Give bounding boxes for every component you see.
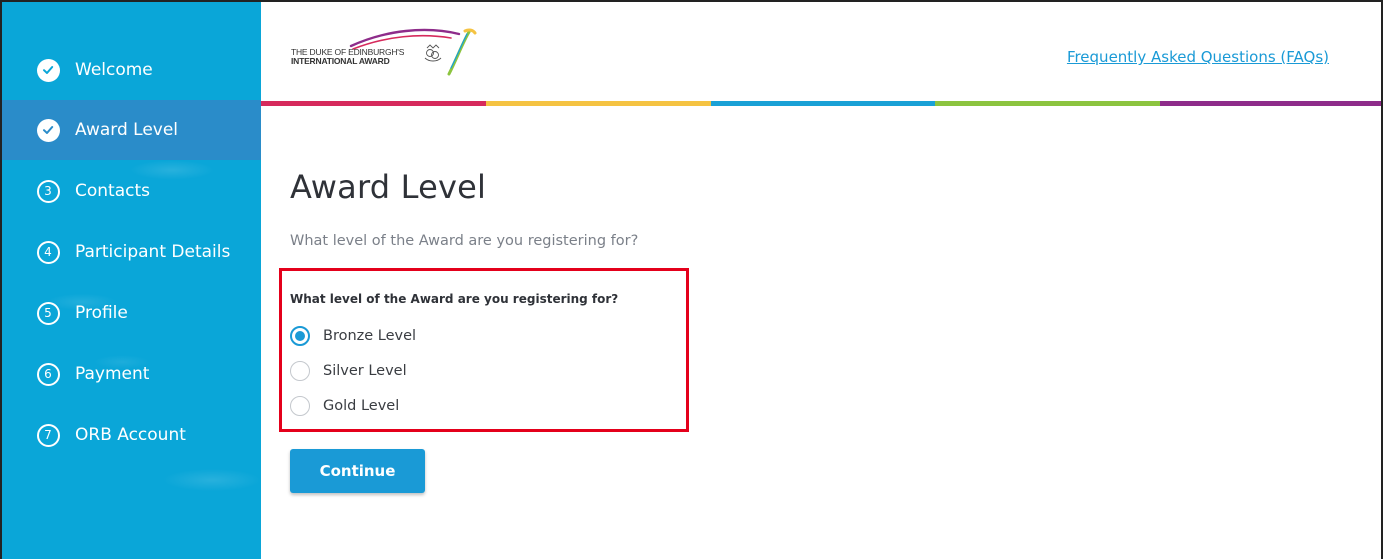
- continue-button[interactable]: Continue: [290, 449, 425, 493]
- sidebar-item-label: Welcome: [75, 60, 153, 80]
- sidebar-item-label: Participant Details: [75, 242, 231, 262]
- radio-option-bronze[interactable]: Bronze Level: [290, 326, 416, 346]
- main-content: Award Level What level of the Award are …: [279, 106, 1350, 559]
- sidebar-item-label: Award Level: [75, 120, 179, 140]
- radio-label: Silver Level: [323, 363, 407, 379]
- sidebar-item-orb-account[interactable]: 7 ORB Account: [2, 405, 261, 465]
- radio-label: Bronze Level: [323, 328, 417, 344]
- sidebar-item-profile[interactable]: 5 Profile: [2, 283, 261, 343]
- sidebar-item-label: Payment: [75, 364, 150, 384]
- award-logo[interactable]: THE DUKE OF EDINBURGH'S INTERNATIONAL AW…: [291, 28, 481, 80]
- radio-button[interactable]: [290, 396, 310, 416]
- check-circle-icon: [36, 58, 60, 82]
- radio-option-silver[interactable]: Silver Level: [290, 361, 407, 381]
- sidebar-item-welcome[interactable]: Welcome: [2, 40, 261, 100]
- sidebar-item-contacts[interactable]: 3 Contacts: [2, 161, 261, 221]
- sidebar-item-participant-details[interactable]: 4 Participant Details: [2, 222, 261, 282]
- check-circle-icon: [36, 118, 60, 142]
- question-label: What level of the Award are you register…: [290, 292, 619, 306]
- step-number-icon: 6: [36, 362, 60, 386]
- sidebar-item-label: ORB Account: [75, 425, 186, 445]
- intro-text: What level of the Award are you register…: [290, 233, 639, 249]
- faq-link[interactable]: Frequently Asked Questions (FAQs): [1067, 48, 1329, 66]
- radio-button[interactable]: [290, 361, 310, 381]
- step-number-icon: 3: [36, 179, 60, 203]
- page-header: THE DUKE OF EDINBURGH'S INTERNATIONAL AW…: [261, 2, 1381, 106]
- progress-sidebar: Welcome Award Level 3 Contacts 4 Partici…: [2, 2, 261, 559]
- radio-button-checked[interactable]: [290, 326, 310, 346]
- radio-option-gold[interactable]: Gold Level: [290, 396, 399, 416]
- step-number-icon: 5: [36, 301, 60, 325]
- logo-text: THE DUKE OF EDINBURGH'S INTERNATIONAL AW…: [291, 47, 405, 66]
- app-frame: Welcome Award Level 3 Contacts 4 Partici…: [0, 0, 1383, 559]
- step-number-icon: 4: [36, 240, 60, 264]
- sidebar-item-payment[interactable]: 6 Payment: [2, 344, 261, 404]
- step-number-icon: 7: [36, 423, 60, 447]
- sidebar-item-award-level[interactable]: Award Level: [2, 100, 261, 160]
- page-title: Award Level: [290, 168, 487, 206]
- sidebar-item-label: Contacts: [75, 181, 150, 201]
- sidebar-item-label: Profile: [75, 303, 128, 323]
- radio-label: Gold Level: [323, 398, 400, 414]
